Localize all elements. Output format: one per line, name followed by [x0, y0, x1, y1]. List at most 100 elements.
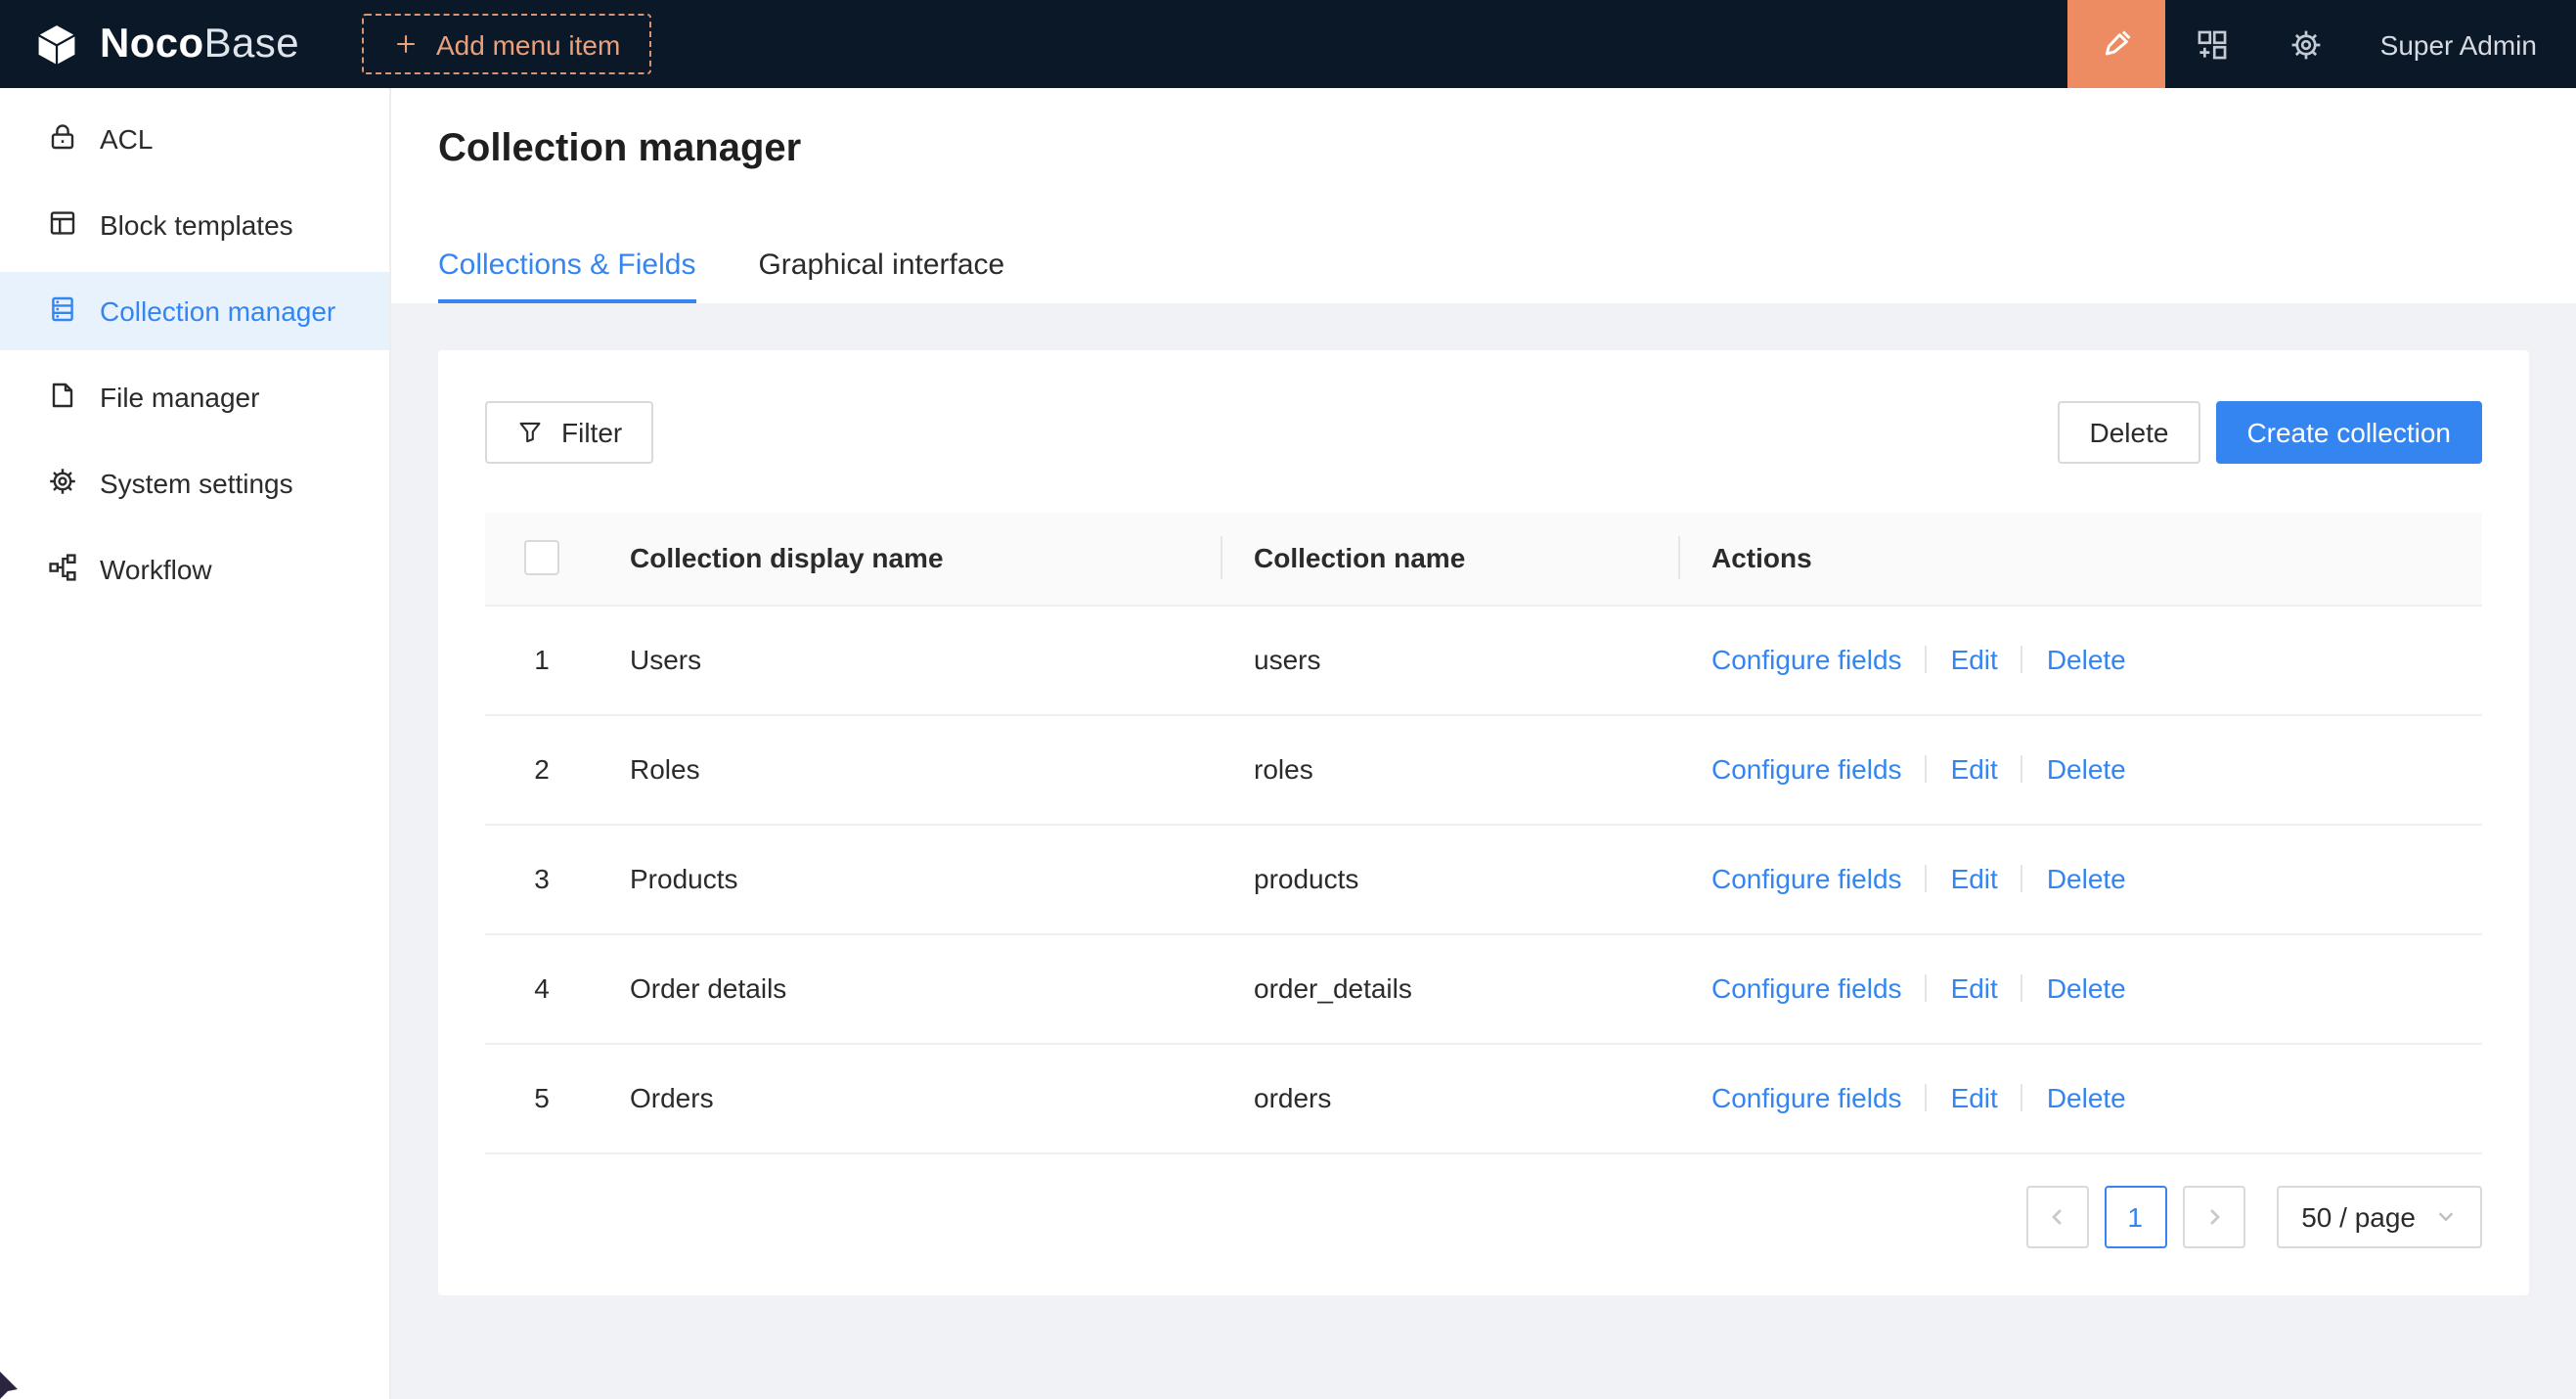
row-action-configure-fields[interactable]: Configure fields — [1711, 972, 1902, 1004]
ui-editor-button[interactable] — [2067, 0, 2165, 88]
chevron-left-icon — [2045, 1204, 2068, 1228]
cell-collection-name: orders — [1222, 1043, 1680, 1152]
current-user-menu[interactable]: Super Admin — [2353, 28, 2576, 60]
topbar-actions: Super Admin — [2067, 0, 2576, 88]
row-action-configure-fields[interactable]: Configure fields — [1711, 1082, 1902, 1113]
add-menu-item-label: Add menu item — [436, 28, 620, 60]
cell-actions: Configure fields Edit Delete — [1680, 1043, 2482, 1152]
row-action-delete[interactable]: Delete — [2047, 1082, 2126, 1113]
cell-display-name: Order details — [599, 933, 1222, 1043]
sidebar-item-label: File manager — [100, 382, 259, 413]
row-index[interactable]: 5 — [485, 1043, 599, 1152]
filter-button[interactable]: Filter — [485, 401, 653, 464]
gear-icon — [47, 465, 78, 502]
workflow-icon — [47, 551, 78, 588]
row-action-configure-fields[interactable]: Configure fields — [1711, 644, 1902, 675]
bulk-delete-button[interactable]: Delete — [2059, 401, 2200, 464]
action-divider — [2021, 755, 2023, 783]
content-area: Filter Delete Create collection Collecti… — [391, 303, 2576, 1399]
mouse-cursor — [0, 1372, 27, 1399]
sidebar-item-label: Block templates — [100, 209, 293, 241]
nocobase-logo[interactable]: NocoBase — [0, 19, 331, 69]
cell-actions: Configure fields Edit Delete — [1680, 933, 2482, 1043]
column-header-collection-name: Collection name — [1222, 513, 1680, 605]
sidebar-item-block-templates[interactable]: Block templates — [0, 186, 389, 264]
sidebar-item-workflow[interactable]: Workflow — [0, 530, 389, 609]
row-action-edit[interactable]: Edit — [1951, 644, 1998, 675]
table-row: 5Ordersorders Configure fields Edit Delete — [485, 1043, 2482, 1152]
row-action-edit[interactable]: Edit — [1951, 863, 1998, 894]
topbar: NocoBase Add menu item — [0, 0, 2576, 88]
page-title: Collection manager — [438, 119, 2529, 178]
tab-collections-fields[interactable]: Collections & Fields — [438, 233, 695, 303]
row-index[interactable]: 4 — [485, 933, 599, 1043]
filter-button-label: Filter — [561, 417, 622, 448]
cube-logo-icon — [31, 19, 82, 69]
page-size-value: 50 / page — [2301, 1200, 2416, 1232]
tab-bar: Collections & Fields Graphical interface — [438, 233, 2529, 303]
cell-actions: Configure fields Edit Delete — [1680, 824, 2482, 933]
action-divider — [1926, 974, 1928, 1002]
row-action-edit[interactable]: Edit — [1951, 972, 1998, 1004]
chevron-down-icon — [2435, 1205, 2457, 1227]
action-divider — [2021, 865, 2023, 892]
sidebar-item-acl[interactable]: ACL — [0, 100, 389, 178]
sidebar-item-collection-manager[interactable]: Collection manager — [0, 272, 389, 350]
select-all-checkbox[interactable] — [524, 541, 559, 576]
collections-table: Collection display name Collection name … — [485, 513, 2482, 1153]
next-page-button[interactable] — [2182, 1185, 2244, 1247]
cell-actions: Configure fields Edit Delete — [1680, 605, 2482, 714]
settings-button[interactable] — [2259, 0, 2353, 88]
chevron-right-icon — [2201, 1204, 2225, 1228]
column-header-display-name: Collection display name — [599, 513, 1222, 605]
filter-funnel-icon — [516, 419, 544, 446]
cell-collection-name: roles — [1222, 714, 1680, 824]
layout-icon — [47, 206, 78, 244]
cell-display-name: Users — [599, 605, 1222, 714]
add-menu-item-button[interactable]: Add menu item — [362, 14, 651, 74]
cell-display-name: Roles — [599, 714, 1222, 824]
action-divider — [1926, 646, 1928, 673]
table-toolbar: Filter Delete Create collection — [485, 401, 2482, 464]
gear-icon — [2288, 26, 2324, 62]
plus-icon — [393, 31, 419, 57]
tab-graphical-interface[interactable]: Graphical interface — [758, 233, 1004, 303]
row-action-configure-fields[interactable]: Configure fields — [1711, 753, 1902, 785]
row-index[interactable]: 1 — [485, 605, 599, 714]
row-action-edit[interactable]: Edit — [1951, 753, 1998, 785]
action-divider — [2021, 974, 2023, 1002]
plugins-button[interactable] — [2165, 0, 2259, 88]
row-index[interactable]: 2 — [485, 714, 599, 824]
row-action-edit[interactable]: Edit — [1951, 1082, 1998, 1113]
sidebar-item-label: System settings — [100, 468, 293, 499]
database-icon — [47, 293, 78, 330]
file-icon — [47, 379, 78, 416]
page-size-select[interactable]: 50 / page — [2276, 1185, 2482, 1247]
row-action-delete[interactable]: Delete — [2047, 863, 2126, 894]
logo-text: NocoBase — [100, 21, 299, 68]
column-header-actions: Actions — [1680, 513, 2482, 605]
row-index[interactable]: 3 — [485, 824, 599, 933]
main-area: Collection manager Collections & Fields … — [391, 88, 2576, 1399]
table-row: 1UsersusersConfigure fieldsEditDelete — [485, 605, 2482, 714]
action-divider — [2021, 1084, 2023, 1111]
prev-page-button[interactable] — [2025, 1185, 2088, 1247]
row-action-delete[interactable]: Delete — [2047, 753, 2126, 785]
action-divider — [1926, 755, 1928, 783]
pagination: 1 50 / page — [485, 1185, 2482, 1247]
table-header-row: Collection display name Collection name … — [485, 513, 2482, 605]
create-collection-button[interactable]: Create collection — [2215, 401, 2482, 464]
cell-collection-name: order_details — [1222, 933, 1680, 1043]
cell-display-name: Orders — [599, 1043, 1222, 1152]
row-action-delete[interactable]: Delete — [2047, 644, 2126, 675]
row-action-delete[interactable]: Delete — [2047, 972, 2126, 1004]
action-divider — [1926, 1084, 1928, 1111]
cell-actions: Configure fields Edit Delete — [1680, 714, 2482, 824]
sidebar-item-system-settings[interactable]: System settings — [0, 444, 389, 522]
collections-card: Filter Delete Create collection Collecti… — [438, 350, 2529, 1294]
sidebar-item-file-manager[interactable]: File manager — [0, 358, 389, 436]
lock-icon — [47, 120, 78, 158]
table-row: 4Order detailsorder_detailsConfigure fie… — [485, 933, 2482, 1043]
row-action-configure-fields[interactable]: Configure fields — [1711, 863, 1902, 894]
page-number-button[interactable]: 1 — [2104, 1185, 2166, 1247]
